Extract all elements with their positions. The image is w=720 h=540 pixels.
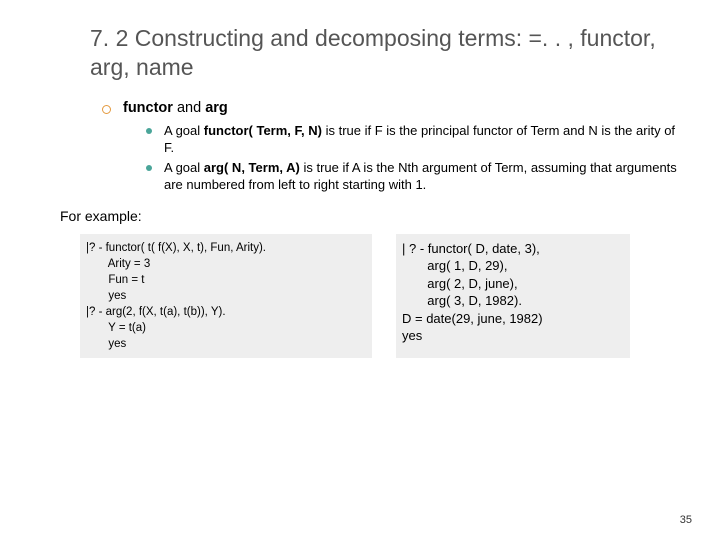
examples-row: |? - functor( t( f(X), X, t), Fun, Arity…: [80, 234, 680, 359]
section-header: functor and arg: [102, 100, 680, 116]
page-number: 35: [680, 514, 692, 526]
slide-title: 7. 2 Constructing and decomposing terms:…: [90, 24, 680, 82]
bullet-pre: A goal: [164, 123, 204, 138]
example-left-box: |? - functor( t( f(X), X, t), Fun, Arity…: [80, 234, 372, 359]
circle-bullet-icon: [102, 105, 111, 114]
bullet-text: A goal functor( Term, F, N) is true if F…: [164, 122, 680, 157]
sub-bullet-list: A goal functor( Term, F, N) is true if F…: [146, 122, 680, 194]
example-right-box: | ? - functor( D, date, 3), arg( 1, D, 2…: [396, 234, 630, 359]
list-item: A goal arg( N, Term, A) is true if A is …: [146, 159, 680, 194]
dot-bullet-icon: [146, 128, 152, 134]
dot-bullet-icon: [146, 165, 152, 171]
bullet-pre: A goal: [164, 160, 204, 175]
for-example-label: For example:: [60, 208, 680, 224]
section-prefix: functor: [123, 100, 173, 116]
list-item: A goal functor( Term, F, N) is true if F…: [146, 122, 680, 157]
bullet-strong: functor( Term, F, N): [204, 123, 322, 138]
bullet-strong: arg( N, Term, A): [204, 160, 300, 175]
slide-content: 7. 2 Constructing and decomposing terms:…: [0, 0, 720, 378]
section-suffix: arg: [205, 100, 228, 116]
section-mid: and: [173, 100, 205, 116]
section-text: functor and arg: [123, 100, 228, 116]
bullet-text: A goal arg( N, Term, A) is true if A is …: [164, 159, 680, 194]
